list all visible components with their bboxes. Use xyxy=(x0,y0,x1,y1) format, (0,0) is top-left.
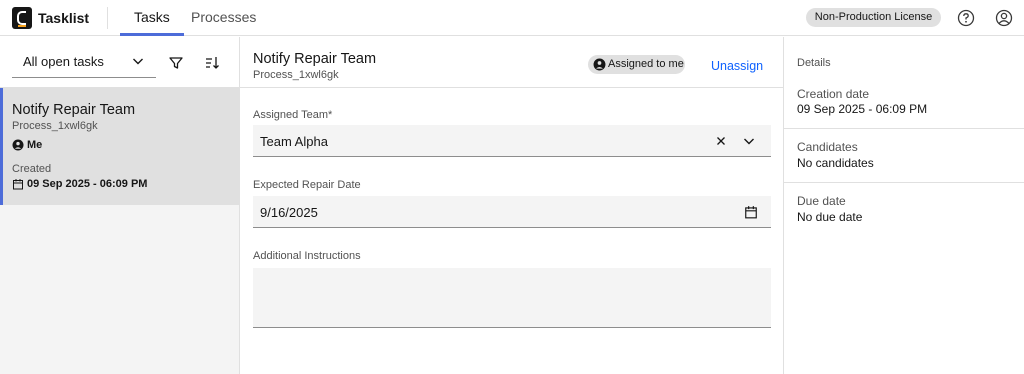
task-filter-dropdown[interactable]: All open tasks xyxy=(12,46,156,78)
details-heading: Details xyxy=(797,57,831,69)
assigned-status-tag: Assigned to me xyxy=(588,55,685,74)
task-item-assignee-name: Me xyxy=(27,139,43,151)
sort-icon[interactable] xyxy=(202,53,222,73)
user-avatar-icon xyxy=(12,139,24,151)
tab-tasks[interactable]: Tasks xyxy=(120,0,184,36)
user-avatar-icon xyxy=(593,58,606,71)
task-item-title: Notify Repair Team xyxy=(12,102,136,118)
assigned-team-value: Team Alpha xyxy=(260,134,328,149)
chevron-down-icon[interactable] xyxy=(743,135,755,147)
task-item-created-date: 09 Sep 2025 - 06:09 PM xyxy=(12,178,147,190)
details-panel: Details Creation date 09 Sep 2025 - 06:0… xyxy=(783,37,1024,374)
task-detail-header: Notify Repair Team Process_1xwl6gk Assig… xyxy=(240,37,783,88)
candidates-section: Candidates No candidates xyxy=(784,129,1024,183)
repair-date-label: Expected Repair Date xyxy=(253,179,361,191)
filter-icon[interactable] xyxy=(166,53,186,73)
creation-date-value: 09 Sep 2025 - 06:09 PM xyxy=(797,102,928,116)
task-list-toolbar: All open tasks xyxy=(0,37,239,88)
assigned-team-select[interactable]: Team Alpha xyxy=(253,125,771,157)
camunda-logo-icon[interactable] xyxy=(12,7,32,29)
app-name[interactable]: Tasklist xyxy=(38,10,89,26)
instructions-label: Additional Instructions xyxy=(253,250,361,262)
task-detail-panel: Notify Repair Team Process_1xwl6gk Assig… xyxy=(240,37,783,374)
calendar-icon[interactable] xyxy=(744,205,758,219)
repair-date-value: 9/16/2025 xyxy=(260,205,318,220)
unassign-button[interactable]: Unassign xyxy=(711,59,763,73)
task-item-process: Process_1xwl6gk xyxy=(12,120,98,132)
due-date-value: No due date xyxy=(797,210,863,224)
header-divider xyxy=(107,7,108,29)
candidates-label: Candidates xyxy=(797,140,858,154)
task-filter-value: All open tasks xyxy=(23,54,104,69)
task-item-assignee: Me xyxy=(12,139,42,151)
repair-date-input[interactable]: 9/16/2025 xyxy=(253,196,771,228)
license-badge: Non-Production License xyxy=(806,8,941,27)
chevron-down-icon xyxy=(133,58,143,65)
clear-icon[interactable] xyxy=(715,135,727,147)
top-header: Tasklist Tasks Processes Non-Production … xyxy=(0,0,1024,36)
creation-date-label: Creation date xyxy=(797,87,870,101)
due-date-label: Due date xyxy=(797,194,846,208)
candidates-value: No candidates xyxy=(797,156,874,170)
due-date-section: Due date No due date xyxy=(784,183,1024,237)
help-icon[interactable] xyxy=(956,8,976,28)
assigned-status-text: Assigned to me xyxy=(608,58,684,70)
assigned-team-label: Assigned Team* xyxy=(253,109,333,121)
task-title: Notify Repair Team xyxy=(253,51,377,67)
task-process-name: Process_1xwl6gk xyxy=(253,69,339,81)
instructions-textarea[interactable] xyxy=(253,268,771,328)
calendar-icon xyxy=(13,179,23,190)
task-list-panel: All open tasks Notify Repair Team Proces… xyxy=(0,37,240,374)
tab-processes[interactable]: Processes xyxy=(177,0,270,36)
task-list-item[interactable]: Notify Repair Team Process_1xwl6gk Me Cr… xyxy=(0,88,239,205)
creation-date-section: Creation date 09 Sep 2025 - 06:09 PM xyxy=(784,77,1024,129)
user-profile-icon[interactable] xyxy=(994,8,1014,28)
task-item-created-value: 09 Sep 2025 - 06:09 PM xyxy=(27,178,148,190)
task-item-created-label: Created xyxy=(12,163,52,175)
